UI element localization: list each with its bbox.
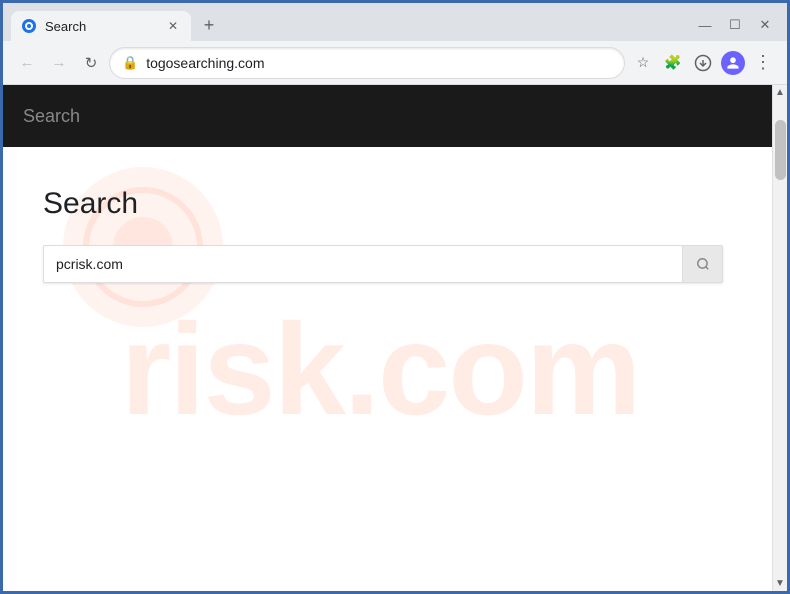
- extensions-button[interactable]: 🧩: [659, 49, 687, 77]
- tab-title: Search: [45, 19, 157, 34]
- address-actions: ☆ 🧩 ⋮: [629, 49, 777, 77]
- window-controls: — ☐ ✕: [691, 13, 787, 37]
- avatar: [721, 51, 745, 75]
- forward-button[interactable]: →: [45, 49, 73, 77]
- scrollbar[interactable]: ▲ ▼: [772, 85, 787, 591]
- page-content: Search risk.com Search: [3, 85, 787, 591]
- search-heading: Search: [43, 187, 732, 221]
- back-button[interactable]: ←: [13, 49, 41, 77]
- search-box-container: [43, 245, 723, 283]
- tab-bar: Search ✕ + — ☐ ✕: [3, 3, 787, 41]
- minimize-button[interactable]: —: [691, 13, 719, 37]
- bookmark-button[interactable]: ☆: [629, 49, 657, 77]
- site-header: Search: [3, 85, 772, 147]
- search-form-area: Search: [3, 147, 772, 303]
- new-tab-button[interactable]: +: [195, 11, 223, 39]
- search-input[interactable]: [44, 248, 682, 280]
- scrollbar-up-arrow[interactable]: ▲: [773, 85, 788, 100]
- browser-frame: Search ✕ + — ☐ ✕ ← → ↻ 🔒 tog: [3, 3, 787, 591]
- tab-close-button[interactable]: ✕: [165, 18, 181, 34]
- address-input-container[interactable]: 🔒 togosearching.com: [109, 47, 625, 79]
- lock-icon: 🔒: [122, 55, 138, 71]
- profile-button[interactable]: [719, 49, 747, 77]
- search-icon: [696, 257, 710, 271]
- search-submit-button[interactable]: [682, 246, 722, 282]
- tab-favicon: [21, 18, 37, 34]
- address-bar: ← → ↻ 🔒 togosearching.com ☆ 🧩: [3, 41, 787, 85]
- address-text: togosearching.com: [146, 55, 612, 71]
- refresh-button[interactable]: ↻: [77, 49, 105, 77]
- close-button[interactable]: ✕: [751, 13, 779, 37]
- scrollbar-thumb[interactable]: [775, 120, 786, 180]
- menu-button[interactable]: ⋮: [749, 49, 777, 77]
- watermark-text: risk.com: [121, 294, 640, 444]
- active-tab[interactable]: Search ✕: [11, 11, 191, 41]
- main-content: Search risk.com Search: [3, 85, 772, 591]
- maximize-button[interactable]: ☐: [721, 13, 749, 37]
- scrollbar-down-arrow[interactable]: ▼: [773, 576, 788, 591]
- site-header-title: Search: [23, 106, 80, 127]
- download-icon[interactable]: [689, 49, 717, 77]
